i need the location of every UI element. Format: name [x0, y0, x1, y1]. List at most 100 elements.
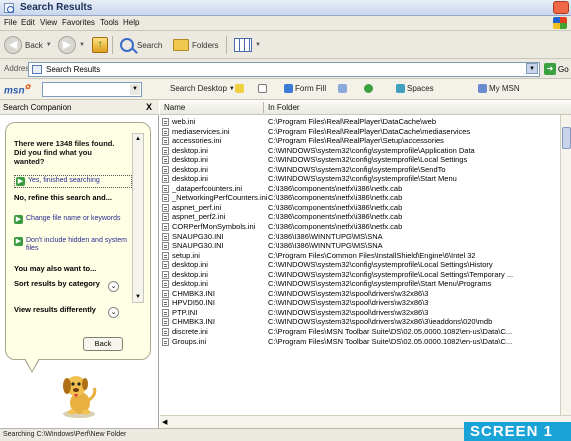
search-icon: [120, 38, 134, 52]
table-row[interactable]: aspnet_perf.ini C:\I386\components\netfx\…: [160, 203, 560, 213]
settings-file-icon: [162, 203, 169, 212]
column-divider[interactable]: [263, 102, 264, 113]
folders-button[interactable]: Folders: [173, 35, 219, 55]
scroll-up-icon[interactable]: ▲: [134, 135, 142, 143]
chevron-down-icon[interactable]: ⌄: [108, 281, 119, 292]
search-dog-icon[interactable]: [54, 370, 104, 420]
scroll-thumb[interactable]: [562, 127, 571, 149]
menu-bar: File Edit View Favorites Tools Help: [0, 16, 571, 31]
table-row[interactable]: accessories.ini C:\Program Files\Real\Rea…: [160, 136, 560, 146]
file-name-cell: desktop.ini: [172, 155, 208, 165]
file-name-cell: SNAUPG30.INI: [172, 231, 224, 241]
table-row[interactable]: _NetworkingPerfCounters.ini C:\I386\compo…: [160, 193, 560, 203]
file-name-cell: CHMBK3.INI: [172, 288, 215, 298]
table-row[interactable]: PTP.INI C:\WINDOWS\system32\spool\drivers…: [160, 308, 560, 318]
table-row[interactable]: CHMBK3.INI C:\WINDOWS\system32\spool\driv…: [160, 317, 560, 327]
settings-file-icon: [162, 308, 169, 317]
table-row[interactable]: CORPerfMonSymbols.ini C:\I386\components\…: [160, 222, 560, 232]
menu-edit[interactable]: Edit: [21, 18, 35, 27]
table-row[interactable]: web.ini C:\Program Files\Real\RealPlayer\…: [160, 117, 560, 127]
go-button[interactable]: ➜ Go: [544, 63, 569, 75]
msn-logo[interactable]: msn✿: [4, 83, 30, 96]
file-name-cell: HPVDI50.INI: [172, 298, 215, 308]
menu-view[interactable]: View: [40, 18, 57, 27]
table-row[interactable]: _dataperfcounters.ini C:\I386\components\…: [160, 184, 560, 194]
exclude-hidden-files-option[interactable]: ▶ Don't include hidden and system files: [14, 237, 132, 253]
close-window-button[interactable]: [553, 1, 569, 14]
file-name-cell: _dataperfcounters.ini: [172, 183, 243, 193]
menu-tools[interactable]: Tools: [100, 18, 119, 27]
form-fill-button[interactable]: Form Fill: [284, 84, 326, 93]
sort-by-category-link[interactable]: Sort results by category: [14, 279, 104, 288]
close-pane-button[interactable]: X: [146, 102, 152, 112]
table-row[interactable]: HPVDI50.INI C:\WINDOWS\system32\spool\dri…: [160, 298, 560, 308]
file-name-cell: aspnet_perf.ini: [172, 202, 222, 212]
green-arrow-icon: ▶: [14, 215, 23, 224]
table-row[interactable]: CHMBK3.INI C:\WINDOWS\system32\spool\driv…: [160, 289, 560, 299]
mail-button[interactable]: [338, 84, 347, 93]
table-row[interactable]: desktop.ini C:\WINDOWS\system32\config\sy…: [160, 165, 560, 175]
table-row[interactable]: desktop.ini C:\WINDOWS\system32\config\sy…: [160, 174, 560, 184]
chevron-down-icon: ▼: [255, 42, 261, 48]
views-button[interactable]: ▼: [234, 35, 261, 55]
file-name-cell: PTP.INI: [172, 307, 198, 317]
table-row[interactable]: SNAUPG30.INI C:\I386\I386\WINNTUPG\MS\SNA: [160, 232, 560, 242]
window-title: Search Results: [20, 2, 93, 13]
back-button[interactable]: ◀ Back ▼: [4, 35, 52, 55]
messenger-button[interactable]: [364, 84, 373, 93]
table-row[interactable]: desktop.ini C:\WINDOWS\system32\config\sy…: [160, 279, 560, 289]
menu-favorites[interactable]: Favorites: [62, 18, 95, 27]
spaces-label: Spaces: [407, 84, 434, 93]
table-row[interactable]: aspnet_perf2.ini C:\I386\components\netfx…: [160, 212, 560, 222]
settings-file-icon: [162, 213, 169, 222]
msn-search-input[interactable]: ▼: [42, 82, 142, 97]
highlight-button[interactable]: [235, 84, 244, 93]
table-row[interactable]: desktop.ini C:\WINDOWS\system32\config\sy…: [160, 270, 560, 280]
table-row[interactable]: desktop.ini C:\WINDOWS\system32\config\sy…: [160, 155, 560, 165]
file-folder-cell: C:\I386\components\netfx\i386\netfx.cab: [268, 193, 403, 203]
scroll-left-icon[interactable]: ◀: [162, 418, 167, 426]
back-button-companion[interactable]: Back: [83, 337, 123, 351]
table-row[interactable]: SNAUPG30.INI C:\I386\I386\WINNTUPG\MS\SNA: [160, 241, 560, 251]
vertical-scrollbar[interactable]: [560, 115, 571, 415]
menu-help[interactable]: Help: [123, 18, 139, 27]
green-arrow-icon: ▶: [14, 237, 23, 246]
file-name-cell: desktop.ini: [172, 269, 208, 279]
change-file-name-option[interactable]: ▶ Change file name or keywords: [14, 215, 132, 224]
search-results-icon: [32, 65, 42, 74]
spaces-button[interactable]: Spaces: [396, 84, 434, 93]
table-row[interactable]: Groups.ini C:\Program Files\MSN Toolbar S…: [160, 337, 560, 347]
settings-file-icon: [162, 261, 169, 270]
status-text: Searching C:\Windows\Perf\New Folder: [3, 431, 127, 438]
table-row[interactable]: mediaservices.ini C:\Program Files\Real\R…: [160, 127, 560, 137]
table-row[interactable]: desktop.ini C:\WINDOWS\system32\config\sy…: [160, 146, 560, 156]
address-dropdown-button[interactable]: ▼: [526, 63, 538, 74]
column-name[interactable]: Name: [164, 103, 185, 112]
up-folder-button[interactable]: ↑: [92, 35, 108, 55]
forward-button[interactable]: ▶ ▼: [58, 35, 85, 55]
table-row[interactable]: setup.ini C:\Program Files\Common Files\I…: [160, 251, 560, 261]
file-name-cell: CHMBK3.INI: [172, 317, 215, 327]
file-folder-cell: C:\Program Files\Common Files\InstallShi…: [268, 250, 476, 260]
address-field[interactable]: Search Results: [28, 62, 540, 77]
highlighter-icon: [235, 84, 244, 93]
search-button[interactable]: Search: [120, 35, 162, 55]
toolbar-options-button[interactable]: [258, 84, 267, 93]
search-desktop-button[interactable]: Search Desktop ▼: [170, 84, 235, 93]
bubble-scrollbar[interactable]: ▲ ▼: [132, 133, 144, 303]
chevron-down-icon[interactable]: ⌄: [108, 307, 119, 318]
table-row[interactable]: desktop.ini C:\WINDOWS\system32\config\sy…: [160, 260, 560, 270]
menu-file[interactable]: File: [4, 18, 17, 27]
table-row[interactable]: discrete.ini C:\Program Files\MSN Toolbar…: [160, 327, 560, 337]
scroll-down-icon[interactable]: ▼: [134, 293, 142, 301]
settings-file-icon: [162, 270, 169, 279]
column-in-folder[interactable]: In Folder: [268, 103, 300, 112]
spaces-icon: [396, 84, 405, 93]
settings-file-icon: [162, 175, 169, 184]
finished-searching-option[interactable]: ▶ Yes, finished searching: [14, 175, 132, 188]
file-folder-cell: C:\WINDOWS\system32\config\systemprofile…: [268, 269, 514, 279]
view-results-differently-link[interactable]: View results differently: [14, 305, 104, 314]
file-folder-cell: C:\I386\components\netfx\i386\netfx.cab: [268, 212, 403, 222]
my-msn-button[interactable]: My MSN: [478, 84, 520, 93]
chevron-down-icon[interactable]: ▼: [130, 84, 140, 95]
